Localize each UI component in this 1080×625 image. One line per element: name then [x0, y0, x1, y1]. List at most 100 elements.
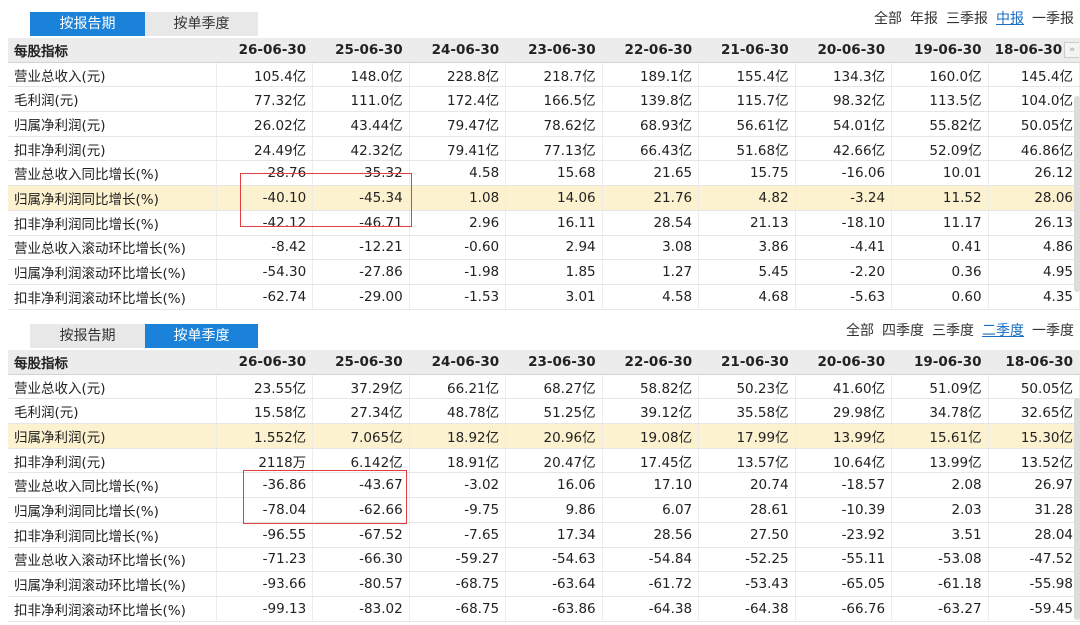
table-cell: 3.86	[698, 235, 796, 261]
table-row: 扣非净利润滚动环比增长(%) -99.13 -83.02 -68.75 -63.86 -6…	[8, 596, 1080, 622]
table-cell: -23.92	[795, 522, 893, 548]
table-cell: 1.85	[505, 259, 603, 285]
row-label: 营业总收入滚动环比增长(%)	[8, 235, 217, 261]
table-cell: -9.75	[409, 497, 507, 523]
table-cell: -55.98	[988, 571, 1080, 597]
table-cell: 79.47亿	[409, 111, 507, 137]
column-header-date[interactable]: 23-06-30	[505, 350, 603, 375]
column-header-date[interactable]: 20-06-30	[795, 350, 893, 375]
table-row: 扣非净利润同比增长(%) -42.12 -46.71 2.96 16.11 28.54 21…	[8, 210, 1080, 236]
column-header-date[interactable]: 21-06-30	[698, 350, 796, 375]
column-header-date[interactable]: 19-06-30	[891, 38, 989, 63]
report-period-panel: 按报告期 按单季度 全部 年报 三季报 中报 一季报 每股指标 26-06-30 25-06…	[8, 10, 1080, 310]
table-cell: -43.67	[312, 472, 410, 499]
table-cell: 6.07	[602, 497, 700, 523]
column-header-date[interactable]: 19-06-30	[891, 350, 989, 375]
column-header-date[interactable]: 25-06-30	[312, 38, 410, 63]
filter-option[interactable]: 一季报	[1032, 10, 1074, 28]
column-date-label: 21-06-30	[721, 41, 789, 58]
vertical-scrollbar[interactable]	[1074, 398, 1080, 620]
filter-option[interactable]: 三季报	[946, 10, 988, 28]
column-header-date[interactable]: 22-06-30	[602, 38, 700, 63]
tab-by-single-quarter[interactable]: 按单季度	[145, 324, 258, 348]
table-cell: 55.82亿	[891, 111, 989, 137]
table-cell: -5.63	[795, 284, 893, 310]
table-body: 营业总收入(元) 23.55亿 37.29亿 66.21亿 68.27亿 58.82亿 50…	[8, 374, 1080, 622]
row-label: 营业总收入(元)	[8, 374, 217, 400]
table-cell: -64.38	[602, 596, 700, 622]
filter-option[interactable]: 年报	[910, 10, 938, 28]
table-cell: 1.08	[409, 185, 507, 211]
table-cell: -68.75	[409, 596, 507, 622]
table-cell: -42.12	[216, 210, 314, 236]
table-cell: 7.065亿	[312, 423, 410, 449]
scroll-right-icon[interactable]: »	[1064, 41, 1079, 58]
filter-option[interactable]: 二季度	[982, 322, 1024, 340]
column-date-label: 25-06-30	[335, 41, 403, 58]
filter-option[interactable]: 全部	[874, 10, 902, 28]
table-cell: 172.4亿	[409, 86, 507, 113]
table-cell: 13.99亿	[795, 423, 893, 449]
table-cell: 51.25亿	[505, 398, 603, 425]
table-cell: -65.05	[795, 571, 893, 597]
table-cell: -83.02	[312, 596, 410, 622]
column-date-label: 22-06-30	[624, 41, 693, 58]
table-row: 归属净利润滚动环比增长(%) -54.30 -27.86 -1.98 1.85 1.27 5…	[8, 259, 1080, 285]
column-header-date[interactable]: 18-06-30»	[988, 38, 1080, 63]
table-cell: -1.53	[409, 284, 507, 310]
table-cell: 77.13亿	[505, 136, 603, 162]
filter-option[interactable]: 全部	[846, 322, 874, 340]
table-cell: 58.82亿	[602, 374, 700, 400]
table-cell: 31.28	[988, 497, 1080, 523]
header-label: 每股指标	[8, 350, 217, 375]
table-cell: 42.32亿	[312, 136, 410, 162]
vertical-scrollbar[interactable]	[1074, 96, 1080, 292]
table-cell: 77.32亿	[216, 86, 314, 113]
table-row: 归属净利润滚动环比增长(%) -93.66 -80.57 -68.75 -63.64 -6…	[8, 571, 1080, 597]
table-cell: 19.08亿	[602, 423, 700, 449]
column-header-date[interactable]: 24-06-30	[409, 350, 507, 375]
table-cell: -55.11	[795, 547, 893, 573]
table-cell: -0.60	[409, 235, 507, 261]
column-header-date[interactable]: 20-06-30	[795, 38, 893, 63]
row-label: 扣非净利润(元)	[8, 136, 217, 162]
table-cell: -46.71	[312, 210, 410, 236]
table-cell: -63.64	[505, 571, 603, 597]
table-cell: 24.49亿	[216, 136, 314, 162]
column-header-date[interactable]: 25-06-30	[312, 350, 410, 375]
column-header-date[interactable]: 26-06-30	[216, 350, 314, 375]
table-cell: -64.38	[698, 596, 796, 622]
table-cell: 28.61	[698, 497, 796, 523]
column-header-date[interactable]: 26-06-30	[216, 38, 314, 63]
table-cell: 50.23亿	[698, 374, 796, 400]
table-cell: -4.41	[795, 235, 893, 261]
table-cell: -71.23	[216, 547, 314, 573]
column-header-date[interactable]: 24-06-30	[409, 38, 507, 63]
table-cell: 18.92亿	[409, 423, 507, 449]
filter-option[interactable]: 四季度	[882, 322, 924, 340]
tab-by-report-period[interactable]: 按报告期	[30, 324, 145, 348]
filter-option[interactable]: 一季度	[1032, 322, 1074, 340]
column-header-date[interactable]: 23-06-30	[505, 38, 603, 63]
table-cell: 16.11	[505, 210, 603, 236]
table-cell: 10.64亿	[795, 448, 893, 474]
column-header-date[interactable]: 21-06-30	[698, 38, 796, 63]
column-date-label: 21-06-30	[721, 353, 789, 370]
table-cell: 43.44亿	[312, 111, 410, 137]
table-row: 毛利润(元) 77.32亿 111.0亿 172.4亿 166.5亿 139.8亿 115.…	[8, 86, 1080, 113]
filter-option[interactable]: 三季度	[932, 322, 974, 340]
row-label: 归属净利润滚动环比增长(%)	[8, 259, 217, 285]
tab-by-report-period[interactable]: 按报告期	[30, 12, 145, 36]
column-header-date[interactable]: 18-06-30	[988, 350, 1080, 375]
table-cell: -18.57	[795, 472, 893, 499]
table-cell: -18.10	[795, 210, 893, 236]
tab-by-single-quarter[interactable]: 按单季度	[145, 12, 258, 36]
table-cell: -63.27	[891, 596, 989, 622]
table-cell: 68.93亿	[602, 111, 700, 137]
table-cell: -68.75	[409, 571, 507, 597]
table-cell: -59.45	[988, 596, 1080, 622]
filter-option[interactable]: 中报	[996, 10, 1024, 28]
column-header-date[interactable]: 22-06-30	[602, 350, 700, 375]
row-label: 营业总收入(元)	[8, 62, 217, 88]
table-cell: 32.65亿	[988, 398, 1080, 425]
